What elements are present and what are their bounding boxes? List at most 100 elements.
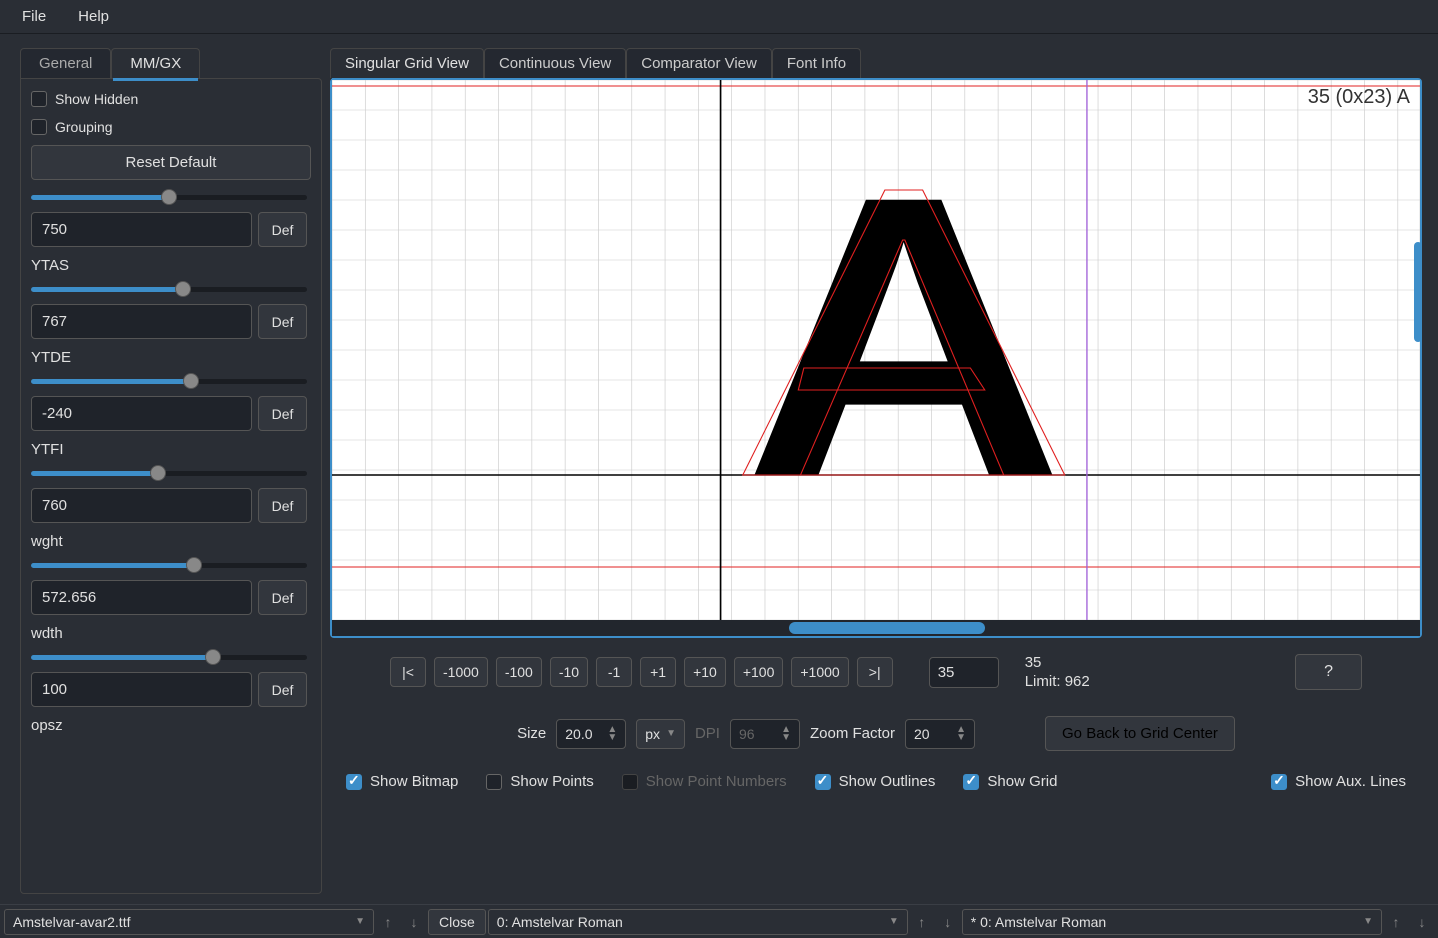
label-points: Show Points bbox=[510, 773, 593, 790]
chevron-down-icon: ▼ bbox=[355, 916, 365, 927]
left-tabs: General MM/GX bbox=[20, 48, 322, 78]
check-show-grid[interactable]: Show Grid bbox=[963, 771, 1057, 792]
grid-center-button[interactable]: Go Back to Grid Center bbox=[1045, 716, 1235, 751]
font-up-button[interactable]: ↑ bbox=[376, 914, 400, 930]
instance1-down-button[interactable]: ↓ bbox=[936, 914, 960, 930]
slider-axis-2[interactable] bbox=[31, 372, 307, 390]
checkbox-pointnums bbox=[622, 774, 638, 790]
instance2-up-button[interactable]: ↑ bbox=[1384, 914, 1408, 930]
nav-m1-button[interactable]: -1 bbox=[596, 657, 632, 687]
nav-m10-button[interactable]: -10 bbox=[550, 657, 588, 687]
value-axis-0[interactable] bbox=[31, 212, 252, 247]
label-pointnums: Show Point Numbers bbox=[646, 773, 787, 790]
def-button-axis-5[interactable]: Def bbox=[258, 672, 307, 707]
size-input[interactable]: 20.0▲▼ bbox=[556, 719, 626, 749]
nav-first-button[interactable]: |< bbox=[390, 657, 426, 687]
tab-fontinfo[interactable]: Font Info bbox=[772, 48, 861, 78]
instance1-up-button[interactable]: ↑ bbox=[910, 914, 934, 930]
nav-last-button[interactable]: >| bbox=[857, 657, 893, 687]
instance1-select[interactable]: 0: Amstelvar Roman▼ bbox=[488, 909, 908, 935]
def-button-axis-4[interactable]: Def bbox=[258, 580, 307, 615]
checkbox-grid[interactable] bbox=[963, 774, 979, 790]
label-axis-2: YTDE bbox=[31, 349, 307, 366]
checkbox-show-hidden[interactable] bbox=[31, 91, 47, 107]
label-aux: Show Aux. Lines bbox=[1295, 773, 1406, 790]
bottom-bar: Amstelvar-avar2.ttf▼ ↑ ↓ Close 0: Amstel… bbox=[0, 904, 1438, 938]
horizontal-scrollbar-thumb[interactable] bbox=[789, 622, 985, 634]
dpi-input: 96▲▼ bbox=[730, 719, 800, 749]
check-grouping[interactable]: Grouping bbox=[31, 117, 311, 137]
spin-icon: ▲▼ bbox=[607, 726, 617, 742]
tab-singular-grid[interactable]: Singular Grid View bbox=[330, 48, 484, 78]
def-button-axis-3[interactable]: Def bbox=[258, 488, 307, 523]
unit-select[interactable]: px▼ bbox=[636, 719, 685, 749]
value-axis-5[interactable] bbox=[31, 672, 252, 707]
check-show-bitmap[interactable]: Show Bitmap bbox=[346, 771, 458, 792]
nav-p10-button[interactable]: +10 bbox=[684, 657, 726, 687]
right-panel: Singular Grid View Continuous View Compa… bbox=[330, 48, 1438, 904]
help-button[interactable]: ? bbox=[1295, 654, 1362, 690]
def-button-axis-1[interactable]: Def bbox=[258, 304, 307, 339]
checkbox-bitmap[interactable] bbox=[346, 774, 362, 790]
nav-p1-button[interactable]: +1 bbox=[640, 657, 676, 687]
check-bar: Show Bitmap Show Points Show Point Numbe… bbox=[330, 761, 1422, 802]
size-row: Size 20.0▲▼ px▼ DPI 96▲▼ Zoom Factor 20▲… bbox=[330, 700, 1422, 761]
chevron-down-icon: ▼ bbox=[1363, 916, 1373, 927]
check-show-outlines[interactable]: Show Outlines bbox=[815, 771, 936, 792]
def-button-axis-0[interactable]: Def bbox=[258, 212, 307, 247]
instance2-select[interactable]: * 0: Amstelvar Roman▼ bbox=[962, 909, 1382, 935]
main-area: General MM/GX Show Hidden Grouping Reset… bbox=[0, 34, 1438, 904]
vertical-scrollbar[interactable] bbox=[1414, 242, 1420, 342]
value-axis-1[interactable] bbox=[31, 304, 252, 339]
tab-mmgx[interactable]: MM/GX bbox=[111, 48, 200, 78]
reset-default-button[interactable]: Reset Default bbox=[31, 145, 311, 180]
glyph-letter: A bbox=[743, 112, 1064, 560]
value-axis-3[interactable] bbox=[31, 488, 252, 523]
value-axis-2[interactable] bbox=[31, 396, 252, 431]
def-button-axis-2[interactable]: Def bbox=[258, 396, 307, 431]
font-down-button[interactable]: ↓ bbox=[402, 914, 426, 930]
label-axis-6: opsz bbox=[31, 717, 307, 734]
nav-row: |< -1000 -100 -10 -1 +1 +10 +100 +1000 >… bbox=[330, 638, 1422, 700]
check-show-points[interactable]: Show Points bbox=[486, 771, 593, 792]
left-panel: General MM/GX Show Hidden Grouping Reset… bbox=[0, 48, 330, 904]
label-axis-1: YTAS bbox=[31, 257, 307, 274]
glyph-limit-label: Limit: 962 bbox=[1025, 673, 1090, 690]
slider-axis-4[interactable] bbox=[31, 556, 307, 574]
axis-scroll-area[interactable]: Def YTAS Def YTDE Def bbox=[31, 188, 311, 883]
nav-m1000-button[interactable]: -1000 bbox=[434, 657, 488, 687]
check-show-aux[interactable]: Show Aux. Lines bbox=[1271, 771, 1406, 792]
glyph-index-input[interactable] bbox=[929, 657, 999, 688]
slider-axis-3[interactable] bbox=[31, 464, 307, 482]
slider-axis-0[interactable] bbox=[31, 188, 307, 206]
label-axis-5: wdth bbox=[31, 625, 307, 642]
slider-axis-5[interactable] bbox=[31, 648, 307, 666]
nav-p100-button[interactable]: +100 bbox=[734, 657, 784, 687]
check-show-hidden[interactable]: Show Hidden bbox=[31, 89, 311, 109]
tab-general[interactable]: General bbox=[20, 48, 111, 78]
tab-continuous[interactable]: Continuous View bbox=[484, 48, 626, 78]
menu-file[interactable]: File bbox=[8, 2, 60, 31]
tab-comparator[interactable]: Comparator View bbox=[626, 48, 772, 78]
zoom-input[interactable]: 20▲▼ bbox=[905, 719, 975, 749]
nav-p1000-button[interactable]: +1000 bbox=[791, 657, 848, 687]
glyph-info-label: 35 (0x23) A bbox=[1308, 86, 1410, 109]
glyph-svg: A bbox=[332, 80, 1420, 620]
horizontal-scrollbar[interactable] bbox=[332, 620, 1420, 636]
checkbox-grouping[interactable] bbox=[31, 119, 47, 135]
nav-m100-button[interactable]: -100 bbox=[496, 657, 542, 687]
slider-axis-1[interactable] bbox=[31, 280, 307, 298]
font-file-select[interactable]: Amstelvar-avar2.ttf▼ bbox=[4, 909, 374, 935]
checkbox-outlines[interactable] bbox=[815, 774, 831, 790]
close-button[interactable]: Close bbox=[428, 909, 486, 935]
label-axis-4: wght bbox=[31, 533, 307, 550]
dpi-label: DPI bbox=[695, 725, 720, 742]
zoom-label: Zoom Factor bbox=[810, 725, 895, 742]
value-axis-4[interactable] bbox=[31, 580, 252, 615]
menubar: File Help bbox=[0, 0, 1438, 34]
checkbox-points[interactable] bbox=[486, 774, 502, 790]
checkbox-aux[interactable] bbox=[1271, 774, 1287, 790]
instance2-down-button[interactable]: ↓ bbox=[1410, 914, 1434, 930]
grid-canvas[interactable]: 35 (0x23) A bbox=[332, 80, 1420, 620]
menu-help[interactable]: Help bbox=[64, 2, 123, 31]
